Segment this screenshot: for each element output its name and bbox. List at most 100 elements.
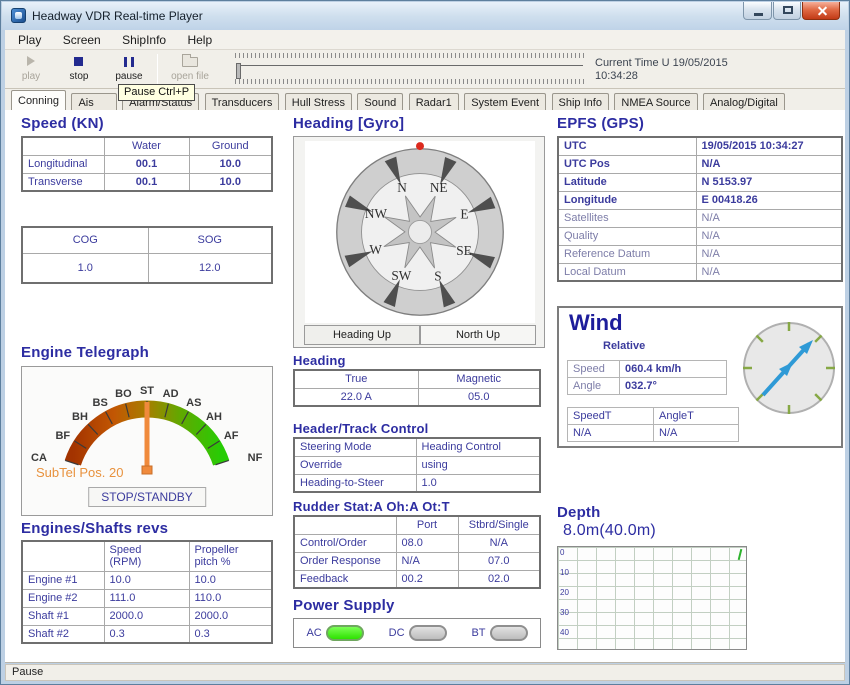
table-row: Steering ModeHeading Control (294, 438, 540, 456)
window-title: Headway VDR Real-time Player (32, 9, 203, 23)
stop-standby-button[interactable]: STOP/STANDBY (88, 487, 206, 507)
tab-ais[interactable]: Ais (71, 93, 116, 111)
menu-play[interactable]: Play (9, 30, 50, 49)
power-panel-title: Power Supply (293, 597, 395, 614)
app-icon (11, 8, 26, 23)
tab-ship-info[interactable]: Ship Info (552, 93, 609, 111)
status-bar: Pause (5, 664, 845, 681)
compass-dir: N (397, 180, 407, 195)
table-row: UTC PosN/A (558, 155, 842, 173)
epfs-table: UTC19/05/2015 10:34:27 UTC PosN/A Latitu… (557, 136, 843, 282)
pause-icon (124, 57, 134, 67)
menu-screen[interactable]: Screen (54, 30, 110, 49)
table-row: UTC19/05/2015 10:34:27 (558, 137, 842, 155)
table-row: Transverse 00.1 10.0 (22, 173, 272, 191)
tab-hull-stress[interactable]: Hull Stress (285, 93, 352, 111)
table-row: Control/Order08.0N/A (294, 534, 540, 552)
stop-button[interactable]: stop (57, 52, 101, 86)
stop-icon (74, 57, 83, 66)
depth-history-chart: 0 10 20 30 40 (557, 546, 747, 650)
compass-dir: W (369, 242, 382, 257)
track-table: Steering ModeHeading Control Overrideusi… (293, 437, 541, 493)
tab-sound[interactable]: Sound (357, 93, 403, 111)
sog-label: SOG (148, 227, 272, 253)
telegraph-label: BO (115, 388, 132, 400)
speed-panel-title: Speed (KN) (21, 115, 104, 132)
table-row: Feedback00.202.0 (294, 570, 540, 588)
compass-dir: SW (391, 268, 411, 283)
depth-tick: 30 (560, 608, 569, 617)
table-row: Engine #2111.0110.0 (22, 589, 272, 607)
wind-relative-table: Speed060.4 km/h Angle032.7° (567, 360, 727, 395)
telegraph-label: CA (31, 452, 47, 464)
tab-nmea-source[interactable]: NMEA Source (614, 93, 697, 111)
compass-dir: NE (430, 180, 448, 195)
menu-help[interactable]: Help (178, 30, 221, 49)
heading-marker (416, 142, 424, 150)
heading-up-button[interactable]: Heading Up (304, 325, 420, 345)
minimize-button[interactable] (743, 2, 772, 20)
subtel-position: SubTel Pos. 20 (36, 465, 123, 480)
pause-button[interactable]: pause (107, 52, 151, 86)
power-dc-indicator (409, 625, 447, 641)
power-ac-indicator (326, 625, 364, 641)
table-row: Shaft #12000.02000.0 (22, 607, 272, 625)
table-row: SatellitesN/A (558, 209, 842, 227)
cog-label: COG (22, 227, 148, 253)
power-bt-label: BT (471, 627, 485, 639)
speed-col-ground: Ground (189, 137, 272, 155)
table-row: Local DatumN/A (558, 263, 842, 281)
menu-shipinfo[interactable]: ShipInfo (113, 30, 175, 49)
table-row: Overrideusing (294, 456, 540, 474)
wind-angle-value: 032.7° (620, 378, 727, 395)
track-panel-title: Header/Track Control (293, 421, 429, 436)
compass-dir: S (434, 269, 441, 284)
telegraph-label: AD (163, 388, 179, 400)
conning-page: Speed (KN) Water Ground Longitudinal 00.… (5, 110, 845, 663)
power-ac-label: AC (306, 627, 321, 639)
tab-analog-digital[interactable]: Analog/Digital (703, 93, 785, 111)
speed-col-water: Water (104, 137, 189, 155)
tab-transducers[interactable]: Transducers (205, 93, 280, 111)
slider-track[interactable] (241, 65, 583, 66)
speed-table: Water Ground Longitudinal 00.1 10.0 Tran… (21, 136, 273, 192)
playback-slider[interactable] (235, 53, 585, 86)
gyro-panel-title: Heading [Gyro] (293, 115, 404, 132)
power-bt-indicator (490, 625, 528, 641)
menu-bar: Play Screen ShipInfo Help (5, 30, 845, 50)
compass-dir: E (460, 207, 468, 222)
open-file-button[interactable]: open file (163, 52, 217, 86)
heading-table: True Magnetic 22.0 A 05.0 (293, 369, 541, 407)
slider-handle[interactable] (236, 63, 241, 79)
telegraph-panel-title: Engine Telegraph (21, 344, 149, 361)
depth-current-marker (738, 549, 743, 560)
north-up-button[interactable]: North Up (420, 325, 536, 345)
table-row: Order ResponseN/A07.0 (294, 552, 540, 570)
telegraph-label: BF (55, 430, 70, 442)
close-button[interactable] (802, 2, 840, 20)
depth-tick: 40 (560, 628, 569, 637)
engines-panel-title: Engines/Shafts revs (21, 520, 168, 537)
compass-rose: N NE E SE S SW W NW (327, 139, 513, 325)
wind-title: Wind (569, 310, 623, 336)
open-file-icon (182, 57, 198, 67)
cog-value: 1.0 (22, 253, 148, 283)
depth-tick: 20 (560, 588, 569, 597)
table-row: QualityN/A (558, 227, 842, 245)
tab-system-event[interactable]: System Event (464, 93, 546, 111)
wind-speed-value: 060.4 km/h (620, 361, 727, 378)
telegraph-label: AH (206, 411, 222, 423)
telegraph-label: BS (93, 397, 108, 409)
telegraph-label: AF (224, 430, 239, 442)
heading-magnetic-value: 05.0 (418, 388, 540, 406)
app-window: Headway VDR Real-time Player Play Screen… (0, 0, 850, 685)
table-row: LongitudeE 00418.26 (558, 191, 842, 209)
tab-conning[interactable]: Conning (11, 90, 66, 110)
play-button[interactable]: play (9, 52, 53, 86)
table-row: Reference DatumN/A (558, 245, 842, 263)
tab-radar1[interactable]: Radar1 (409, 93, 459, 111)
toolbar-separator (157, 54, 158, 84)
power-supply-panel: AC DC BT (293, 618, 541, 648)
minimize-icon (754, 13, 763, 16)
maximize-button[interactable] (773, 2, 801, 20)
